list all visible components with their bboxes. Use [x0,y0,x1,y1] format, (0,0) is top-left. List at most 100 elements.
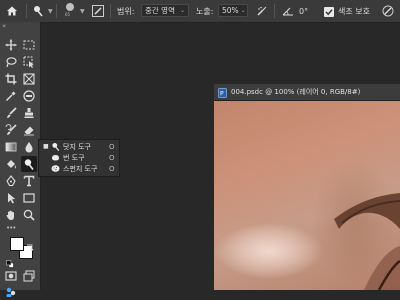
brush-preview-icon: 65 [62,1,78,21]
brush-preset-picker[interactable]: 65 ▼ [62,0,85,22]
range-label: 범위: [117,6,135,16]
protect-tones-label: 색조 보호 [338,6,370,16]
chevron-down-icon: ▼ [80,7,85,15]
document-canvas[interactable] [214,101,400,290]
svg-text:P: P [220,90,224,97]
document-title: 004.psdc @ 100% (레이어 0, RGB/8#) [231,88,361,96]
cloud-document-icon: P [218,83,227,102]
zoom-magnifier-icon [23,209,35,221]
edit-toolbar-button[interactable]: ••• [6,224,16,232]
frame-tool[interactable] [21,71,37,87]
rectangle-icon [23,192,35,204]
lasso-tool[interactable] [3,54,19,70]
flyout-item-shortcut: O [109,164,115,173]
angle-icon [282,2,294,21]
flyout-item-dodge[interactable]: ■ 닷지 도구 O [39,141,119,152]
marquee-tool[interactable] [21,37,37,53]
brush-settings-icon [92,2,104,21]
exposure-field[interactable]: 50% ⌄ [218,4,248,17]
crop-icon [5,73,17,85]
dodge-tool[interactable] [21,156,37,172]
brush-icon [5,107,17,119]
path-selection-arrow-icon [5,192,17,204]
blur-tool[interactable] [21,139,37,155]
share-people-icon [5,286,17,298]
quick-mask-button[interactable] [3,268,19,284]
rectangle-tool[interactable] [21,190,37,206]
chevron-down-icon: ▼ [48,7,53,15]
swap-arrows-icon [26,236,34,255]
angle-value: 0° [299,6,309,16]
options-bar: ▼ 65 ▼ 범위: 중간 영역 ⌄ 노출: 50% ⌄ 0° 색조 보호 [0,0,400,23]
zoom-tool[interactable] [21,207,37,223]
tools-panel: « ••• [0,22,41,297]
checkbox-checked-icon[interactable] [324,2,334,21]
selected-bullet-icon: ■ [43,143,49,150]
airbrush-icon [256,2,268,21]
stamp-tool[interactable] [21,105,37,121]
flyout-item-sponge[interactable]: 스펀지 도구 O [39,163,119,174]
gradient-icon [5,141,17,153]
path-selection-tool[interactable] [3,190,19,206]
lasso-icon [5,56,17,68]
spot-healing-tool[interactable] [21,88,37,104]
move-icon [5,39,17,51]
flyout-item-burn[interactable]: 번 도구 O [39,152,119,163]
chevron-down-icon: ⌄ [240,7,246,14]
collapse-toolbar-button[interactable]: « [2,22,6,30]
brush-tool[interactable] [3,105,19,121]
hand-tool[interactable] [3,207,19,223]
svg-text:65: 65 [65,12,71,17]
paint-bucket-icon [5,158,17,170]
flyout-item-label: 스펀지 도구 [63,164,98,173]
document-tab[interactable]: P 004.psdc @ 100% (레이어 0, RGB/8#) [214,84,400,101]
pen-icon [5,175,17,187]
eyedropper-tool[interactable] [3,88,19,104]
flyout-item-label: 닷지 도구 [63,142,91,151]
type-icon [23,175,35,187]
screen-mode-button[interactable] [21,268,37,284]
pressure-size-button[interactable] [382,0,394,22]
clone-stamp-icon [23,107,35,119]
sponge-icon [51,164,60,175]
protect-tones-toggle[interactable]: 색조 보호 [324,0,370,22]
hand-icon [5,209,17,221]
pen-tool[interactable] [3,173,19,189]
history-brush-tool[interactable] [3,122,19,138]
range-select[interactable]: 중간 영역 ⌄ [141,4,189,17]
swap-colors-button[interactable] [26,236,34,255]
frame-icon [23,73,35,85]
gradient-tool[interactable] [3,139,19,155]
blur-drop-icon [23,141,35,153]
screen-mode-icon [23,270,35,282]
flyout-item-shortcut: O [109,153,115,162]
dodge-icon [23,158,35,170]
paint-bucket-tool[interactable] [3,156,19,172]
type-tool[interactable] [21,173,37,189]
rectangular-marquee-icon [23,39,35,51]
crop-tool[interactable] [3,71,19,87]
brush-settings-button[interactable] [92,0,104,22]
history-brush-icon [5,124,17,136]
move-tool[interactable] [3,37,19,53]
airbrush-button[interactable] [256,0,268,22]
object-selection-tool[interactable] [21,54,37,70]
range-value: 중간 영역 [145,6,175,15]
spot-healing-icon [23,90,35,102]
flyout-item-shortcut: O [109,142,115,151]
face-photo [214,101,400,290]
eraser-tool[interactable] [21,122,37,138]
tool-preset-picker[interactable]: ▼ [32,0,53,22]
flyout-item-label: 번 도구 [63,153,85,162]
share-button[interactable] [3,284,19,300]
quick-mask-icon [5,270,17,282]
dodge-tool-icon [32,2,46,21]
dodge-tool-flyout-menu: ■ 닷지 도구 O 번 도구 O 스펀지 도구 O [38,139,120,177]
object-selection-icon [23,56,35,68]
eyedropper-icon [5,90,17,102]
eraser-icon [23,124,35,136]
foreground-color-swatch[interactable] [10,237,24,251]
angle-control[interactable]: 0° [282,0,308,22]
home-button[interactable] [6,0,18,22]
pressure-pen-icon [382,2,394,21]
